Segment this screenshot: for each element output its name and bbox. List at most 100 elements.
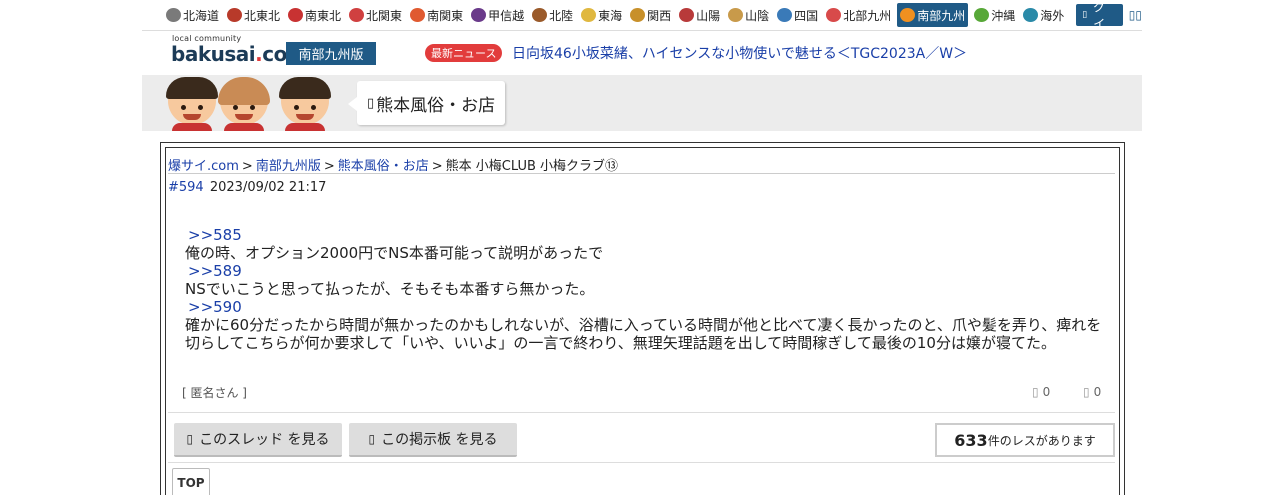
- region-label: 四国: [794, 8, 819, 23]
- logo-main: bakusai: [171, 42, 256, 66]
- mascot-man-icon: [279, 77, 331, 131]
- region-nav: 北海道 北東北 南東北 北関東 南関東 甲信越 北陸 東海 関西 山陽 山陰 四国 北部九州 南部九州 沖縄…: [142, 0, 1142, 48]
- region-link[interactable]: 南部九州: [897, 3, 969, 27]
- region-label: 北陸: [549, 8, 574, 23]
- post-body: >>585 俺の時、オプション2000円でNS本番可能って説明があったで >>589…: [185, 226, 1105, 352]
- region-link[interactable]: 四国: [775, 3, 820, 27]
- mascot-girl-icon: [218, 77, 270, 131]
- region-link[interactable]: 南関東: [408, 3, 465, 27]
- reply-anchor-link[interactable]: >>585: [185, 226, 1105, 244]
- dislike-button[interactable]: ▯ 0: [1083, 385, 1101, 399]
- region-mascot-icon: [826, 8, 842, 22]
- region-label: 南部九州: [917, 8, 966, 23]
- login-button[interactable]: ▯ログイン: [1076, 0, 1123, 48]
- region-mascot-icon: [410, 8, 426, 22]
- breadcrumb-sep: >: [241, 159, 253, 174]
- region-mascot-icon: [630, 8, 646, 22]
- region-link[interactable]: 甲信越: [469, 3, 526, 27]
- region-mascot-icon: [532, 8, 548, 22]
- region-mascot-icon: [777, 8, 793, 22]
- region-link[interactable]: 北海道: [164, 3, 221, 27]
- post-inner: 爆サイ.com > 南部九州版 > 熊本風俗・お店 > 熊本 小梅CLUB 小梅クラブ⑬ #…: [165, 147, 1120, 495]
- breadcrumb-sep: >: [431, 159, 443, 174]
- news-badge: 最新ニュース: [425, 44, 503, 62]
- board-banner: ▯ 熊本風俗・お店: [142, 75, 1142, 131]
- list-icon: ▯: [368, 432, 376, 446]
- region-link[interactable]: 南東北: [286, 3, 343, 27]
- region-label: 東海: [598, 8, 623, 23]
- region-label: 北部九州: [843, 8, 892, 23]
- reply-anchor-link[interactable]: >>589: [185, 262, 1105, 280]
- region-mascot-icon: [471, 8, 487, 22]
- region-label: 南関東: [427, 8, 464, 23]
- region-mascot-icon: [166, 8, 181, 22]
- region-label: 沖縄: [991, 8, 1016, 23]
- breadcrumb-board[interactable]: 熊本風俗・お店: [338, 159, 429, 174]
- region-mascot-icon: [288, 8, 304, 22]
- region-label: 北東北: [244, 8, 281, 23]
- post-text: 確かに60分だったから時間が無かったのかもしれないが、浴槽に入っている時間が他と…: [185, 316, 1102, 352]
- region-link[interactable]: 山陰: [726, 3, 771, 27]
- view-board-label: この掲示板 を見る: [381, 432, 498, 448]
- page-wrapper: 北海道 北東北 南東北 北関東 南関東 甲信越 北陸 東海 関西 山陽 山陰 四国 北部九州 南部九州 沖縄…: [142, 0, 1142, 495]
- breadcrumb-home[interactable]: 爆サイ.com: [168, 159, 239, 174]
- mascot-boy-icon: [166, 77, 218, 131]
- edition-badge[interactable]: 南部九州版: [286, 42, 376, 65]
- breadcrumb-sep: >: [323, 159, 335, 174]
- board-title[interactable]: ▯ 熊本風俗・お店: [347, 81, 506, 125]
- thumbs-up-icon: ▯: [1032, 385, 1039, 399]
- region-link[interactable]: 海外: [1021, 3, 1066, 27]
- board-title-label: 熊本風俗・お店: [376, 95, 496, 116]
- region-label: 関西: [647, 8, 672, 23]
- res-count: 633 件のレスがあります: [935, 423, 1115, 457]
- menu-icon[interactable]: ▯▯: [1129, 8, 1142, 22]
- region-mascot-icon: [679, 8, 695, 22]
- user-icon: ▯: [1082, 10, 1088, 20]
- like-count: 0: [1042, 385, 1051, 399]
- region-link[interactable]: 北東北: [225, 3, 282, 27]
- res-count-number: 633: [954, 430, 988, 450]
- post-author: [ 匿名さん ]: [182, 386, 247, 400]
- region-label: 山陰: [745, 8, 770, 23]
- news-headline-link[interactable]: 日向坂46小坂菜緒、ハイセンスな小物使いで魅せる＜TGC2023A／W＞: [512, 43, 967, 63]
- region-label: 山陽: [696, 8, 721, 23]
- region-mascot-icon: [728, 8, 744, 22]
- post-text: NSでいこうと思って払ったが、そもそも本番すら無かった。: [185, 280, 595, 298]
- tag-icon: ▯: [367, 95, 375, 111]
- region-mascot-icon: [900, 8, 916, 22]
- region-mascot-icon: [1023, 8, 1039, 22]
- region-link[interactable]: 沖縄: [972, 3, 1017, 27]
- region-label: 北海道: [183, 8, 220, 23]
- thumbs-down-icon: ▯: [1083, 385, 1090, 399]
- header: local community bakusai.com 南部九州版 最新ニュース…: [142, 31, 1142, 75]
- divider: [168, 462, 1115, 463]
- region-label: 北関東: [366, 8, 403, 23]
- post-container: 爆サイ.com > 南部九州版 > 熊本風俗・お店 > 熊本 小梅CLUB 小梅クラブ⑬ #…: [160, 142, 1125, 495]
- list-icon: ▯: [186, 432, 194, 446]
- region-link[interactable]: 山陽: [677, 3, 722, 27]
- breadcrumb: 爆サイ.com > 南部九州版 > 熊本風俗・お店 > 熊本 小梅CLUB 小梅クラブ⑬: [168, 155, 618, 174]
- top-button[interactable]: TOP: [172, 468, 210, 495]
- post-number-link[interactable]: #594: [168, 180, 204, 195]
- region-label: 南東北: [305, 8, 342, 23]
- divider: [168, 173, 1115, 174]
- view-board-button[interactable]: ▯ この掲示板 を見る: [349, 423, 517, 457]
- region-mascot-icon: [349, 8, 365, 22]
- view-thread-label: このスレッド を見る: [199, 432, 330, 448]
- region-link[interactable]: 北陸: [530, 3, 575, 27]
- post-text: 俺の時、オプション2000円でNS本番可能って説明があったで: [185, 244, 604, 262]
- region-link[interactable]: 東海: [579, 3, 624, 27]
- post-date: 2023/09/02 21:17: [209, 180, 327, 195]
- breadcrumb-edition[interactable]: 南部九州版: [256, 159, 321, 174]
- view-thread-button[interactable]: ▯ このスレッド を見る: [174, 423, 342, 457]
- region-label: 甲信越: [488, 8, 525, 23]
- region-mascot-icon: [227, 8, 243, 22]
- post-meta: #594 2023/09/02 21:17: [168, 180, 326, 195]
- like-button[interactable]: ▯ 0: [1032, 385, 1050, 399]
- region-label: 海外: [1040, 8, 1065, 23]
- res-count-suffix: 件のレスがあります: [987, 433, 1096, 448]
- region-link[interactable]: 北関東: [347, 3, 404, 27]
- reply-anchor-link[interactable]: >>590: [185, 298, 1105, 316]
- region-link[interactable]: 関西: [628, 3, 673, 27]
- region-link[interactable]: 北部九州: [824, 3, 893, 27]
